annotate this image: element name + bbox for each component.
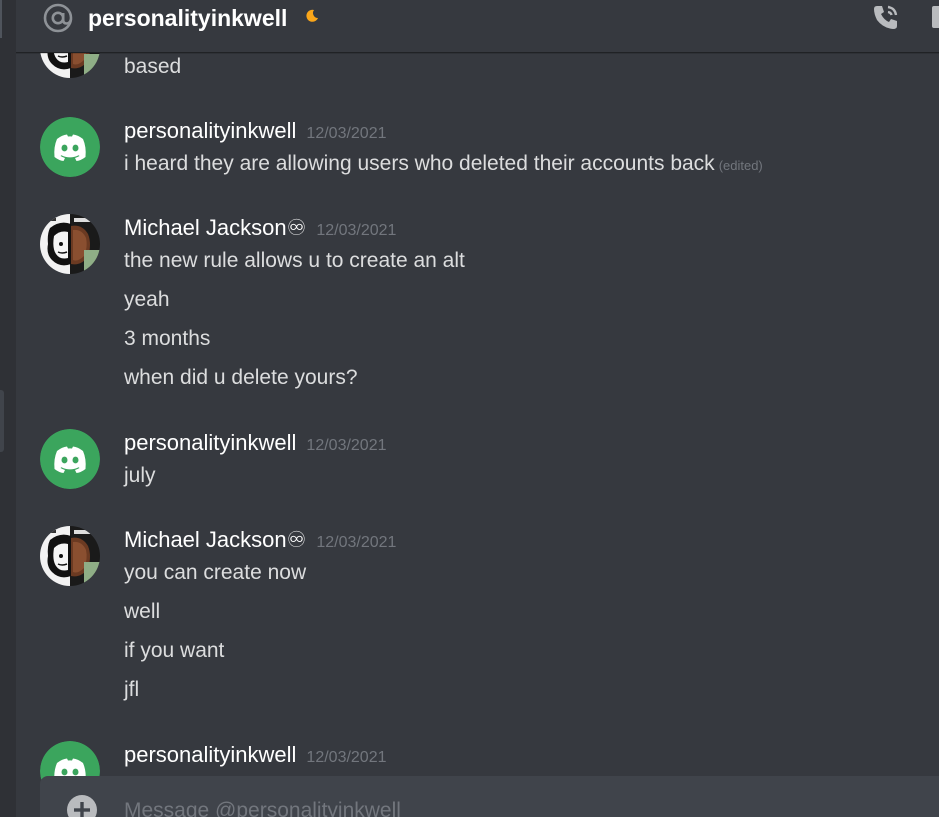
username[interactable]: personalityinkwell <box>124 118 296 143</box>
message-header: personalityinkwell 12/03/2021 <box>124 742 387 771</box>
moon-icon <box>306 9 318 22</box>
username[interactable]: Michael Jackson♾ <box>124 527 306 552</box>
user-avatar[interactable] <box>40 214 100 274</box>
message-header: personalityinkwell 12/03/2021 <box>124 118 387 147</box>
message-header: personalityinkwell 12/03/2021 <box>124 430 387 459</box>
discord-logo-icon <box>40 429 100 489</box>
message-list: based personalityinkwell 12/03/2021 i hea… <box>16 0 939 817</box>
page-title: personalityinkwell <box>88 5 288 31</box>
message-text: jfl <box>124 678 140 701</box>
call-icon[interactable] <box>871 2 901 32</box>
message-text: 3 months <box>124 327 211 350</box>
user-avatar[interactable] <box>40 117 100 177</box>
timestamp[interactable]: 12/03/2021 <box>306 749 386 766</box>
username[interactable]: personalityinkwell <box>124 430 296 455</box>
message-composer <box>40 776 939 817</box>
plus-circle-icon[interactable] <box>66 794 98 817</box>
message-header: Michael Jackson♾ 12/03/2021 <box>124 527 396 556</box>
message-text: if you want <box>124 639 225 662</box>
message-text: based <box>124 55 182 78</box>
message-text: you can create now <box>124 561 307 584</box>
message-text: july <box>124 464 156 487</box>
timestamp[interactable]: 12/03/2021 <box>316 222 396 239</box>
timestamp[interactable]: 12/03/2021 <box>316 534 396 551</box>
username[interactable]: Michael Jackson♾ <box>124 215 306 240</box>
video-call-icon[interactable] <box>932 6 939 28</box>
message-text: when did u delete yours? <box>124 366 358 389</box>
message-input[interactable] <box>124 796 824 817</box>
channel-header: personalityinkwell <box>16 0 939 53</box>
discord-logo-icon <box>40 117 100 177</box>
message-text: yeah <box>124 288 170 311</box>
at-icon <box>43 3 73 33</box>
timestamp[interactable]: 12/03/2021 <box>306 437 386 454</box>
message-text: i heard they are allowing users who dele… <box>124 152 715 175</box>
user-avatar[interactable] <box>40 429 100 489</box>
username[interactable]: personalityinkwell <box>124 742 296 767</box>
timestamp[interactable]: 12/03/2021 <box>306 125 386 142</box>
message-text: well <box>124 600 161 623</box>
server-sidebar-edge <box>0 0 16 817</box>
sidebar-divider <box>0 0 2 38</box>
edited-label: (edited) <box>718 158 763 173</box>
user-avatar[interactable] <box>40 526 100 586</box>
message-header: Michael Jackson♾ 12/03/2021 <box>124 215 396 244</box>
message-row: i heard they are allowing users who dele… <box>124 151 763 179</box>
sidebar-scroll-handle[interactable] <box>0 390 4 452</box>
message-text: the new rule allows u to create an alt <box>124 249 465 272</box>
